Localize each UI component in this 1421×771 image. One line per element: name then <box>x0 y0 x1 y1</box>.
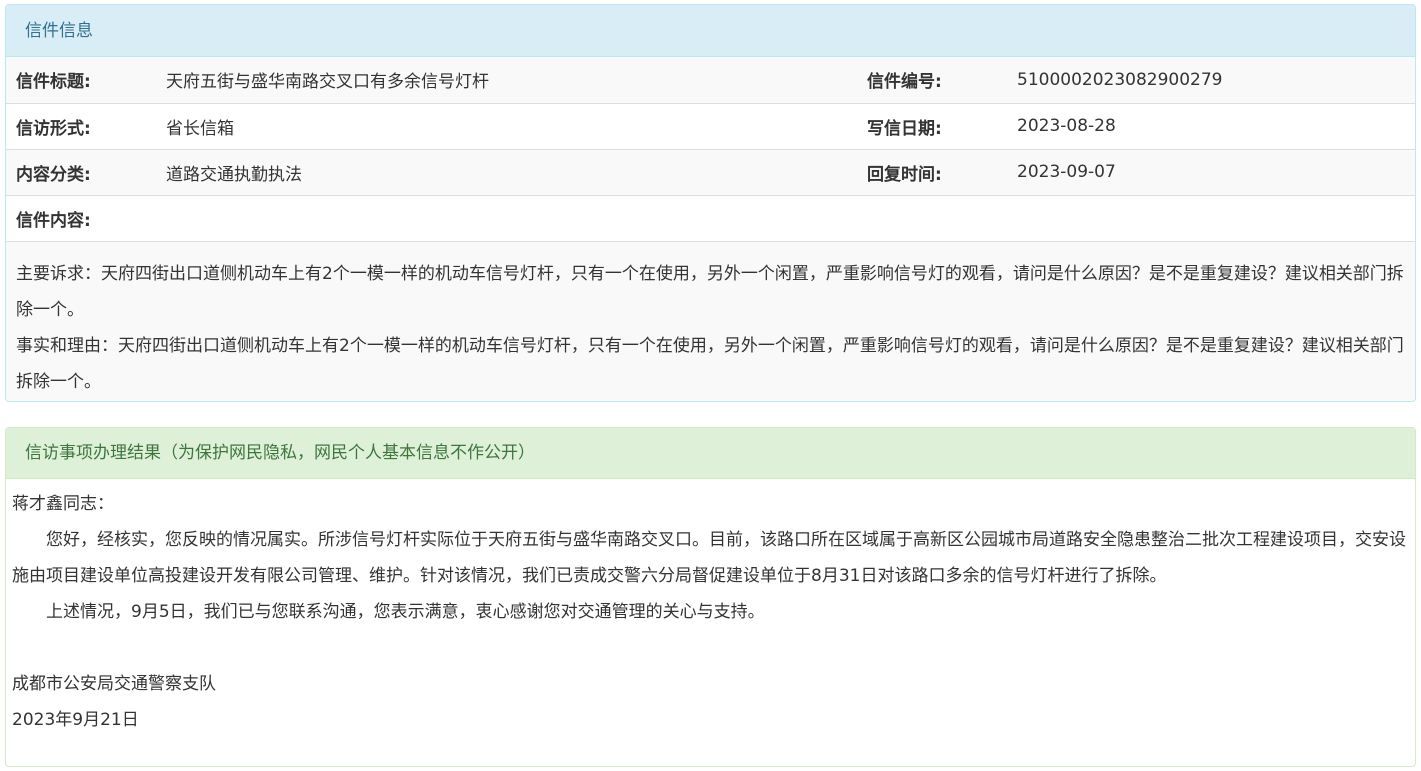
content-category-label: 内容分类: <box>6 148 156 195</box>
table-row: 信件标题: 天府五街与盛华南路交叉口有多余信号灯杆 信件编号: 51000020… <box>6 57 1415 103</box>
letter-form-value: 省长信箱 <box>156 102 857 149</box>
letter-info-heading: 信件信息 <box>6 5 1415 57</box>
main-appeal-text: 主要诉求：天府四街出口道侧机动车上有2个一模一样的机动车信号灯杆，只有一个在使用… <box>16 264 1404 320</box>
write-date-value: 2023-08-28 <box>1007 102 1415 149</box>
reply-body: 蒋才鑫同志： 您好，经核实，您反映的情况属实。所涉信号灯杆实际位于天府五街与盛华… <box>6 479 1415 738</box>
reply-time-label: 回复时间: <box>857 148 1007 195</box>
letter-content-label: 信件内容: <box>6 194 1415 241</box>
letter-title-label: 信件标题: <box>6 57 156 103</box>
reply-time-value: 2023-09-07 <box>1007 148 1415 195</box>
result-panel: 信访事项办理结果（为保护网民隐私，网民个人基本信息不作公开） 蒋才鑫同志： 您好… <box>5 427 1416 767</box>
letter-info-panel: 信件信息 信件标题: 天府五街与盛华南路交叉口有多余信号灯杆 信件编号: 510… <box>5 4 1416 402</box>
letter-form-label: 信访形式: <box>6 102 156 149</box>
letter-title-value: 天府五街与盛华南路交叉口有多余信号灯杆 <box>156 57 857 103</box>
table-row: 内容分类: 道路交通执勤执法 回复时间: 2023-09-07 <box>6 148 1415 195</box>
facts-reasons-text: 事实和理由：天府四街出口道侧机动车上有2个一模一样的机动车信号灯杆，只有一个在使… <box>16 336 1404 392</box>
letter-number-value: 5100002023082900279 <box>1007 57 1415 103</box>
reply-salutation: 蒋才鑫同志： <box>12 494 114 514</box>
signature-date: 2023年9月21日 <box>12 710 139 730</box>
write-date-label: 写信日期: <box>857 102 1007 149</box>
reply-paragraph: 上述情况，9月5日，我们已与您联系沟通，您表示满意，衷心感谢您对交通管理的关心与… <box>46 602 765 622</box>
reply-paragraph: 您好，经核实，您反映的情况属实。所涉信号灯杆实际位于天府五街与盛华南路交叉口。目… <box>12 530 1406 586</box>
table-row: 信件内容: <box>6 194 1415 241</box>
content-category-value: 道路交通执勤执法 <box>156 148 857 195</box>
signature-org: 成都市公安局交通警察支队 <box>12 674 216 694</box>
letter-info-table: 信件标题: 天府五街与盛华南路交叉口有多余信号灯杆 信件编号: 51000020… <box>6 57 1415 241</box>
letter-content: 主要诉求：天府四街出口道侧机动车上有2个一模一样的机动车信号灯杆，只有一个在使用… <box>6 241 1415 401</box>
letter-number-label: 信件编号: <box>857 57 1007 103</box>
table-row: 信访形式: 省长信箱 写信日期: 2023-08-28 <box>6 102 1415 149</box>
result-heading: 信访事项办理结果（为保护网民隐私，网民个人基本信息不作公开） <box>6 428 1415 479</box>
